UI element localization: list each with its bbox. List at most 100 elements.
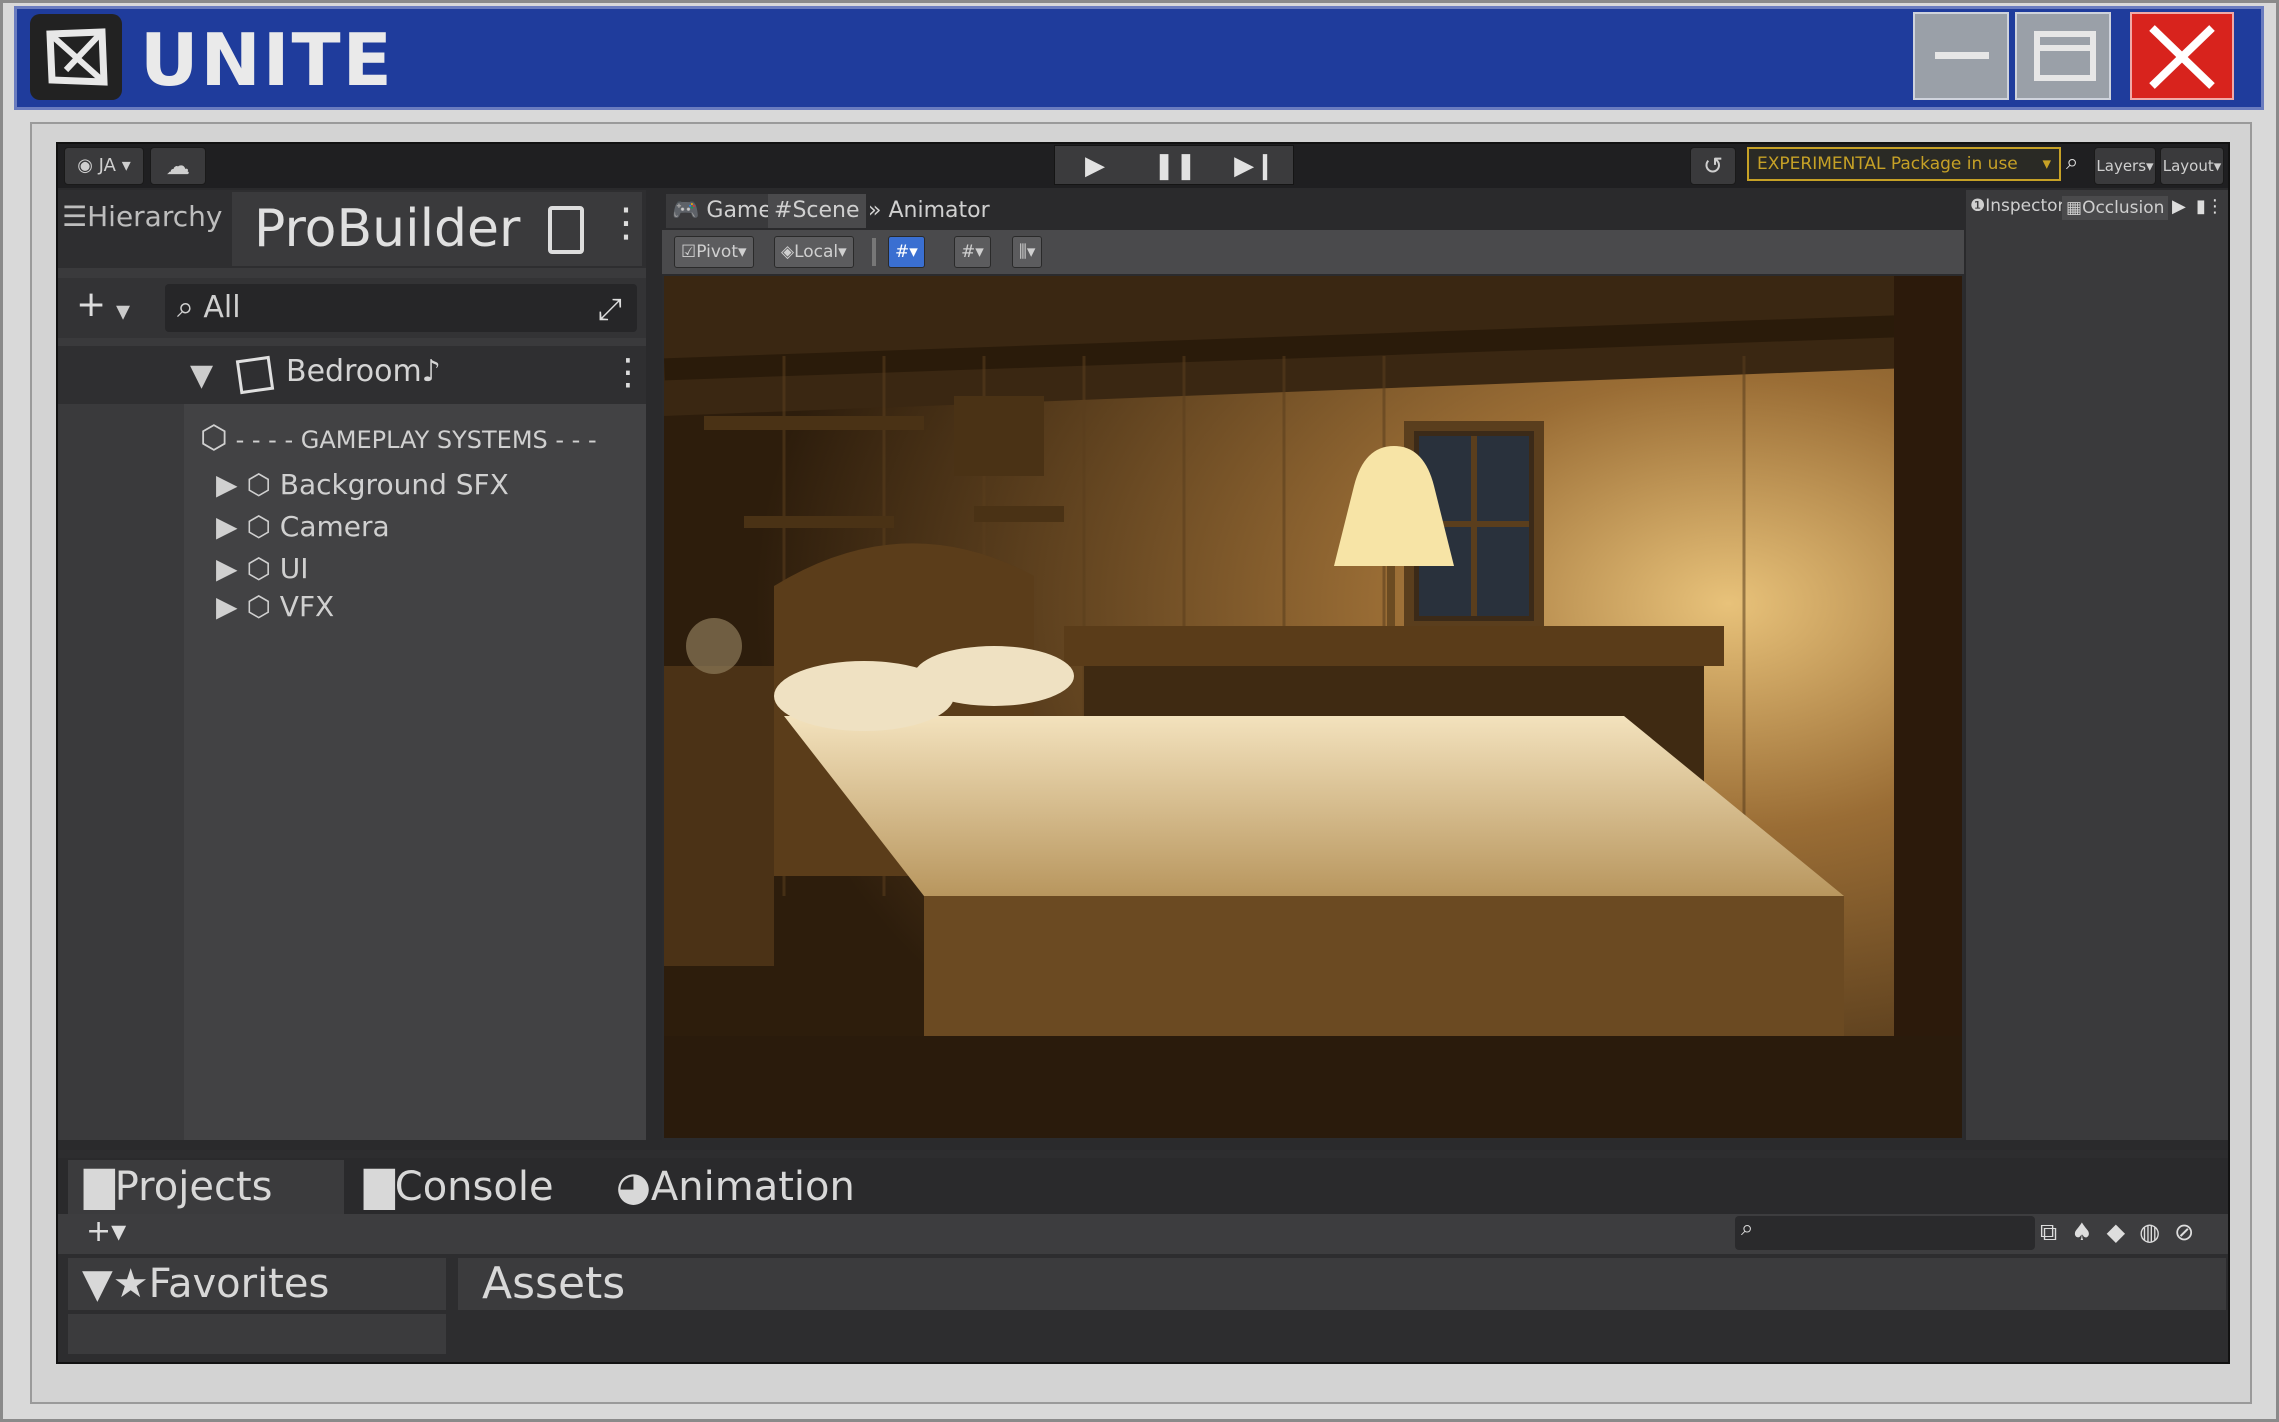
filter-icon: ⧉ <box>2040 1218 2072 1246</box>
add-icon[interactable]: +▾ <box>86 1214 126 1249</box>
layers-dropdown[interactable]: Layers▾ <box>2094 147 2156 185</box>
experimental-package-dropdown[interactable]: EXPERIMENTAL Package in use ▾ <box>1747 147 2061 181</box>
grid-snap-toggle[interactable]: #▾ <box>888 236 925 268</box>
play-icon[interactable]: ▶ <box>2172 196 2186 217</box>
pivot-icon: ☑ <box>681 242 697 262</box>
layout-dropdown[interactable]: Layout▾ <box>2160 147 2224 185</box>
hierarchy-search-input[interactable]: ⌕ All <box>165 284 637 332</box>
tab-inspector[interactable]: ❶Inspector <box>1970 196 2065 216</box>
tab-scene-label: Scene <box>792 198 860 223</box>
folder-icon: ▇ <box>84 1164 115 1210</box>
account-icon: ◉ <box>77 155 99 176</box>
chevron-down-icon: ▾ <box>2042 154 2051 174</box>
history-button[interactable]: ↺ <box>1690 147 1736 185</box>
local-label: Local <box>794 242 839 262</box>
project-filter-icons[interactable]: ⧉♠◆◍⊘ <box>2040 1218 2208 1246</box>
minimize-icon <box>1935 52 1989 59</box>
chevron-right-icon: ▶ <box>216 468 238 501</box>
tab-projects[interactable]: ▇Projects <box>68 1160 344 1214</box>
tab-animation-label: Animation <box>650 1164 855 1210</box>
pause-button[interactable]: ❚❚ <box>1135 146 1215 186</box>
tab-projects-label: Projects <box>114 1164 273 1210</box>
chevron-right-icon: ▶ <box>216 590 238 623</box>
more-options-icon[interactable]: ⋮ <box>606 200 646 246</box>
grid-icon: # <box>774 198 793 223</box>
chevron-right-icon: ▶ <box>216 510 238 543</box>
tab-animator[interactable]: » Animator <box>862 194 996 228</box>
assets-label: Assets <box>482 1258 626 1309</box>
tab-occlusion-label: Occlusion <box>2082 198 2165 218</box>
tab-hierarchy[interactable]: ☰Hierarchy <box>62 200 222 233</box>
close-icon <box>2149 25 2215 89</box>
align-icon: ⫼▾ <box>1019 242 1036 262</box>
hidden-icon: ⊘ <box>2174 1218 2209 1246</box>
scene-name-text: Bedroom <box>286 354 422 389</box>
add-icon[interactable]: + <box>76 284 106 325</box>
list-item[interactable]: ▶ ⬡ VFX <box>216 590 334 623</box>
tab-animation[interactable]: ◕Animation <box>600 1160 871 1214</box>
pivot-dropdown[interactable]: ☑Pivot▾ <box>674 236 754 268</box>
step-button[interactable]: ▶❙ <box>1215 146 1295 186</box>
account-dropdown[interactable]: ◉ JA ▾ <box>64 147 144 185</box>
step-icon: ▶❙ <box>1234 151 1276 181</box>
play-button[interactable]: ▶ <box>1055 146 1135 186</box>
music-note-icon: ♪ <box>421 354 441 389</box>
globe-icon: ◍ <box>2139 1218 2175 1246</box>
unity-scene-icon <box>235 355 275 395</box>
tag-icon: ◆ <box>2106 1218 2140 1246</box>
hierarchy-gutter <box>58 404 184 1140</box>
local-dropdown[interactable]: ◈Local▾ <box>774 236 854 268</box>
list-item-label: VFX <box>279 590 335 623</box>
search-placeholder: All <box>203 290 241 325</box>
account-label: JA <box>98 155 116 176</box>
gamepad-icon: 🎮 <box>672 198 700 223</box>
play-icon: ▶ <box>1085 151 1105 181</box>
increment-snap-icon: #▾ <box>961 242 984 262</box>
project-search-input[interactable]: ⌕ <box>1735 1216 2035 1250</box>
tab-animator-label: Animator <box>888 198 990 223</box>
scene-toolbar <box>662 230 1964 274</box>
tab-occlusion[interactable]: ▦Occlusion <box>2062 196 2169 220</box>
scene-name: Bedroom♪ <box>286 354 441 389</box>
tab-console[interactable]: ▇Console <box>348 1160 570 1214</box>
game-viewport[interactable] <box>664 276 1962 1138</box>
cloud-button[interactable]: ☁ <box>150 147 206 185</box>
increment-snap-dropdown[interactable]: #▾ <box>954 236 991 268</box>
grid-snap-icon: #▾ <box>895 242 918 262</box>
toolbar-divider <box>872 238 876 266</box>
cloud-icon: ☁ <box>166 152 190 180</box>
search-icon: ⌕ <box>177 290 204 325</box>
search-icon[interactable]: ⌕ <box>2066 150 2078 175</box>
tab-game[interactable]: 🎮 Game <box>666 194 778 228</box>
list-item[interactable]: ▶ ⬡ UI <box>216 552 309 585</box>
list-item-label: UI <box>279 552 309 585</box>
chevron-down-icon[interactable]: ▼ <box>190 358 213 393</box>
assets-header[interactable]: Assets <box>458 1258 2226 1310</box>
local-icon: ◈ <box>781 242 795 262</box>
cube-icon: ⬡ <box>237 510 280 543</box>
pause-icon: ❚❚ <box>1153 151 1197 181</box>
list-item[interactable]: ▶ ⬡ Background SFX <box>216 468 509 501</box>
tab-scene[interactable]: #Scene <box>768 194 866 228</box>
list-item[interactable]: ▶ ⬡ Camera <box>216 510 390 543</box>
favorites-header[interactable]: ▼★Favorites <box>68 1258 446 1310</box>
experimental-label: EXPERIMENTAL Package in use <box>1757 154 2018 174</box>
lock-icon[interactable]: ▮⋮ <box>2196 196 2224 217</box>
bedroom-illustration <box>664 276 1962 1138</box>
close-button[interactable] <box>2130 12 2234 100</box>
bell-icon: ♠ <box>2071 1218 2107 1246</box>
lock-icon[interactable] <box>548 206 584 254</box>
maximize-button[interactable] <box>2015 12 2111 100</box>
scene-menu-icon[interactable]: ⋮ <box>610 352 646 393</box>
tab-inspector-label: Inspector <box>1985 196 2065 216</box>
align-dropdown[interactable]: ⫼▾ <box>1012 236 1043 268</box>
favorites-label: Favorites <box>148 1261 330 1307</box>
expand-icon[interactable]: ⤢ <box>598 292 622 327</box>
star-icon: ★ <box>112 1261 149 1307</box>
list-item[interactable]: ⬡ - - - - GAMEPLAY SYSTEMS - - - <box>200 418 597 456</box>
layers-label: Layers <box>2096 157 2147 175</box>
pivot-label: Pivot <box>696 242 738 262</box>
cube-icon: ⬡ <box>237 552 280 585</box>
minimize-button[interactable] <box>1913 12 2009 100</box>
chevron-down-icon[interactable]: ▾ <box>116 294 130 327</box>
